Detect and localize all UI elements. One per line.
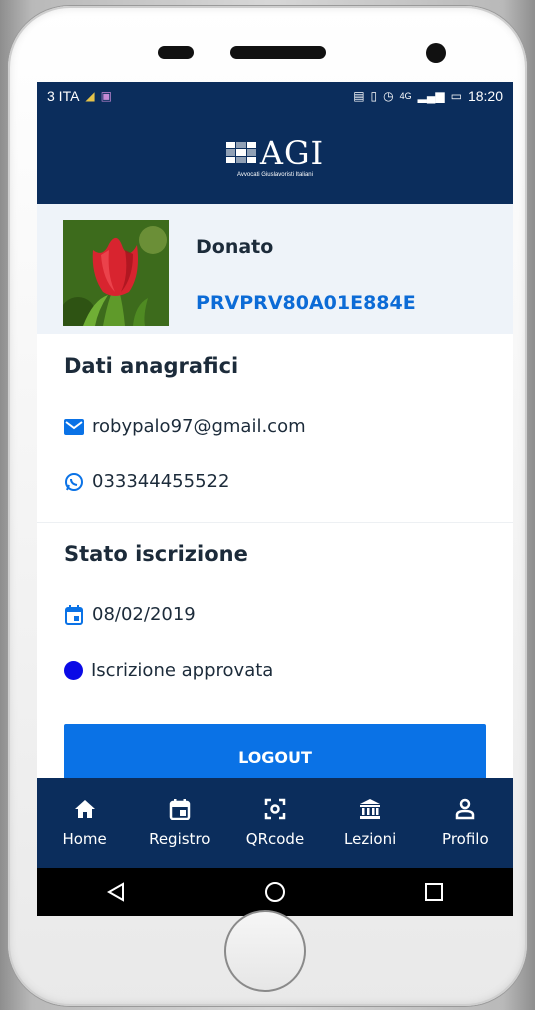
qrcode-scan-icon — [264, 798, 286, 820]
section-title-iscrizione: Stato iscrizione — [64, 542, 248, 566]
tab-home[interactable]: Home — [40, 798, 130, 848]
android-nav-bar — [37, 868, 513, 916]
status-indicator-icon — [64, 661, 83, 680]
carrier-label: 3 ITA — [47, 88, 80, 104]
recent-apps-icon[interactable] — [423, 881, 445, 903]
alarm-icon: ◷ — [383, 89, 394, 103]
registration-date: 08/02/2019 — [92, 604, 196, 625]
home-circle-icon[interactable] — [264, 881, 286, 903]
avatar[interactable] — [63, 220, 169, 326]
bottom-tab-bar: Home Registro QRcode Lezioni Profilo — [37, 778, 513, 868]
tab-lezioni[interactable]: Lezioni — [325, 798, 415, 848]
email-value: robypalo97@gmail.com — [92, 416, 306, 437]
calendar-icon — [169, 799, 191, 820]
email-row[interactable]: robypalo97@gmail.com — [64, 416, 306, 437]
cellular-signal-icon: ▂▄▆ — [417, 89, 445, 103]
phone-value: 033344455522 — [92, 471, 230, 492]
sensor — [158, 46, 194, 59]
profile-name: Donato — [196, 236, 274, 258]
phone-row[interactable]: 033344455522 — [64, 471, 229, 492]
network-type-label: 4G — [399, 91, 412, 101]
app-header: AGI Avvocati Giuslavoristi Italiani — [37, 110, 513, 204]
home-icon — [74, 800, 95, 818]
tulip-photo — [63, 220, 169, 326]
section-title-anagrafici: Dati anagrafici — [64, 354, 239, 378]
battery-icon: ▭ — [450, 89, 462, 103]
logo-text: AGI — [259, 133, 325, 172]
earpiece-speaker — [230, 46, 326, 59]
agi-logo: AGI Avvocati Giuslavoristi Italiani — [225, 133, 325, 178]
profile-card: Donato PRVPRV80A01E884E — [37, 204, 513, 334]
tab-qrcode[interactable]: QRcode — [230, 798, 320, 848]
back-icon[interactable] — [105, 881, 127, 903]
physical-home-button[interactable] — [224, 910, 306, 992]
logo-subtitle: Avvocati Giuslavoristi Italiani — [237, 171, 313, 178]
logo-grid-icon — [225, 141, 256, 164]
fiscal-code: PRVPRV80A01E884E — [196, 292, 416, 314]
tab-registro-label: Registro — [149, 830, 211, 848]
registration-status: Iscrizione approvata — [91, 660, 274, 681]
tab-profilo-label: Profilo — [442, 830, 489, 848]
email-icon — [64, 417, 84, 437]
vibrate-icon: ▯ — [370, 89, 378, 103]
front-camera — [426, 43, 446, 63]
calendar-icon — [64, 604, 84, 625]
tab-home-label: Home — [62, 830, 107, 848]
tab-profilo[interactable]: Profilo — [420, 798, 510, 848]
gallery-notification-icon: ▣ — [100, 89, 112, 103]
signal-strength-icon: ◢ — [85, 89, 95, 103]
whatsapp-icon — [64, 472, 84, 492]
tab-lezioni-label: Lezioni — [344, 830, 397, 848]
app-screen: 3 ITA ◢ ▣ ▤ ▯ ◷ 4G ▂▄▆ ▭ 18:20 AGI Avvoc — [37, 82, 513, 916]
nfc-icon: ▤ — [353, 89, 365, 103]
clock: 18:20 — [467, 88, 503, 104]
tab-qrcode-label: QRcode — [245, 830, 305, 848]
status-row: Iscrizione approvata — [64, 660, 273, 681]
section-divider — [37, 522, 513, 523]
status-bar: 3 ITA ◢ ▣ ▤ ▯ ◷ 4G ▂▄▆ ▭ 18:20 — [37, 82, 513, 110]
date-row: 08/02/2019 — [64, 604, 196, 625]
tab-registro[interactable]: Registro — [135, 798, 225, 848]
user-icon — [456, 798, 475, 820]
institution-icon — [360, 799, 381, 819]
